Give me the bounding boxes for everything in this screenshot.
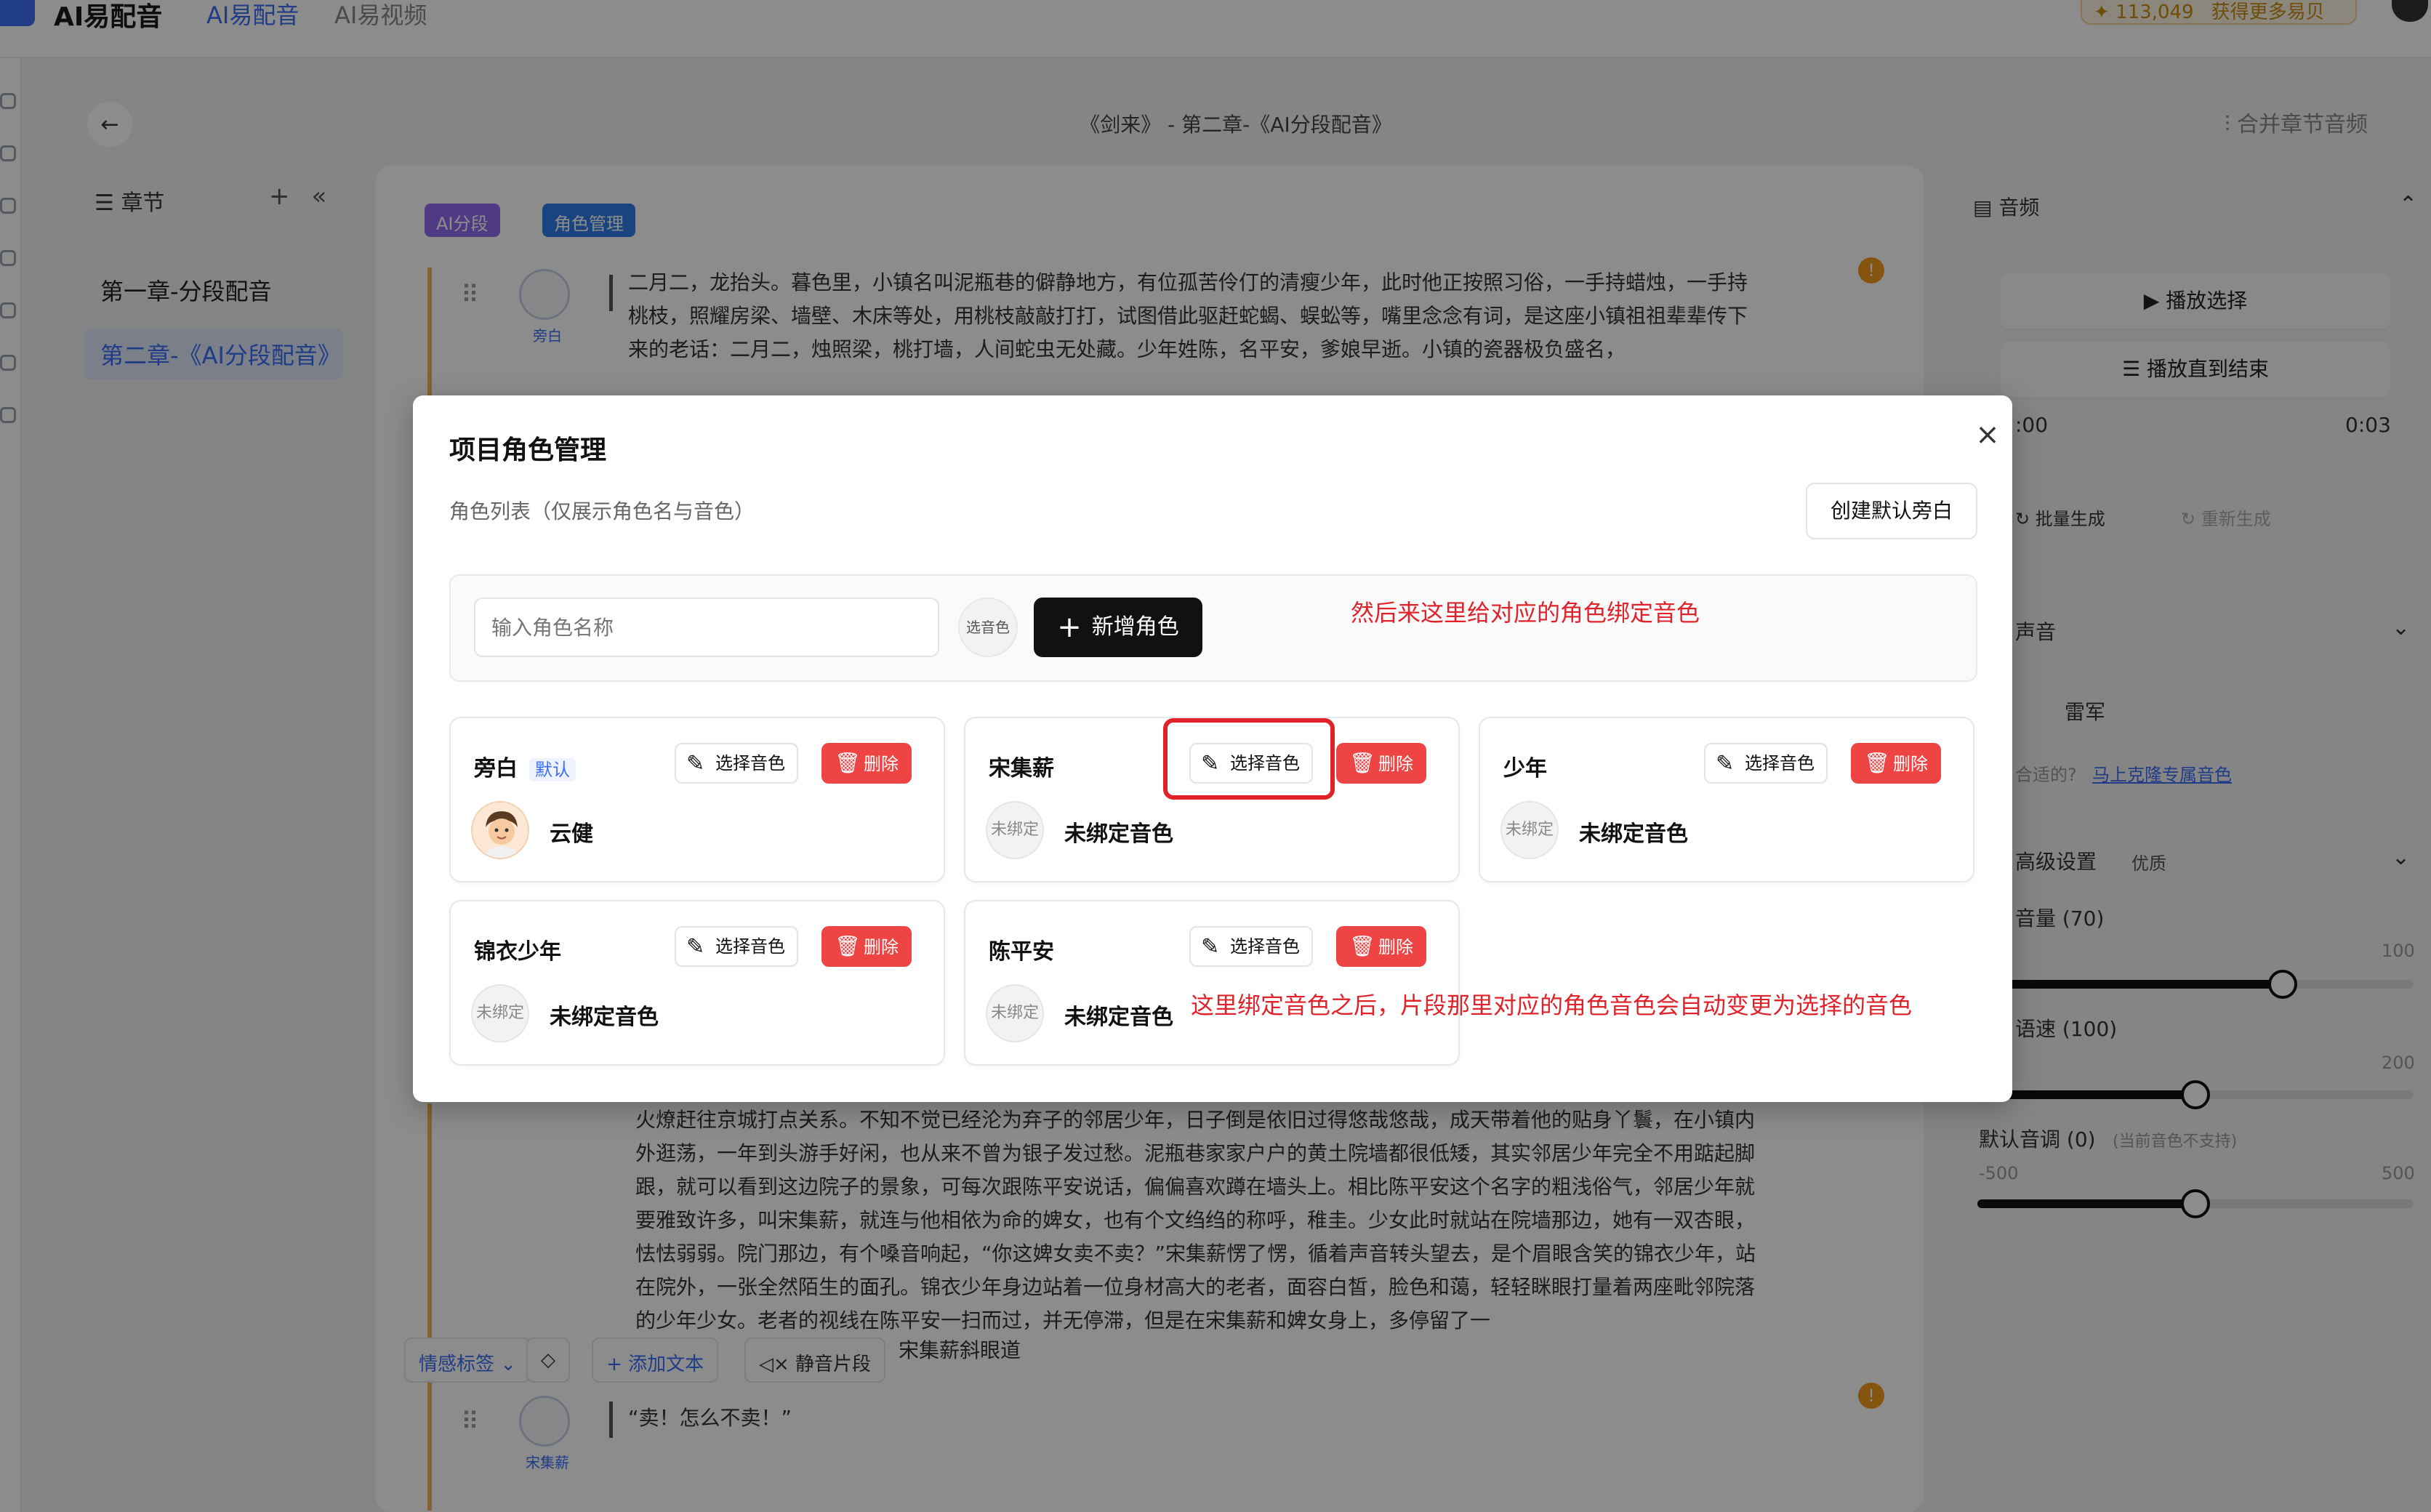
dialog-subtitle: 角色列表（仅展示角色名与音色） bbox=[449, 499, 755, 523]
role-card: 旁白 默认 ✎ 选择音色 🗑 删除 云健 bbox=[449, 717, 945, 882]
delete-role-button[interactable]: 🗑 删除 bbox=[821, 926, 912, 967]
annotation-top: 然后来这里给对应的角色绑定音色 bbox=[1351, 599, 1700, 627]
close-icon: × bbox=[1975, 418, 2000, 451]
trash-icon: 🗑 bbox=[1864, 751, 1890, 775]
face-avatar-icon bbox=[473, 803, 528, 858]
role-name: 宋集薪 bbox=[989, 756, 1054, 781]
voice-name: 未绑定音色 bbox=[1579, 821, 1688, 847]
delete-role-button[interactable]: 🗑 删除 bbox=[821, 743, 912, 784]
trash-icon: 🗑 bbox=[1349, 934, 1375, 958]
pick-voice-button[interactable]: ✎ 选择音色 bbox=[1189, 926, 1313, 967]
create-default-narrator-button[interactable]: 创建默认旁白 bbox=[1806, 483, 1977, 539]
voice-name: 未绑定音色 bbox=[1064, 821, 1173, 847]
pick-voice-label: 选择音色 bbox=[715, 753, 785, 773]
role-name: 少年 bbox=[1503, 756, 1547, 781]
add-role-panel: 选音色 + 新增角色 bbox=[449, 574, 1977, 682]
trash-icon: 🗑 bbox=[1349, 751, 1375, 775]
delete-role-button[interactable]: 🗑 删除 bbox=[1336, 926, 1426, 967]
voice-avatar bbox=[471, 801, 529, 859]
delete-role-button[interactable]: 🗑 删除 bbox=[1336, 743, 1426, 784]
delete-label: 删除 bbox=[1893, 754, 1928, 774]
pick-voice-button[interactable]: ✎ 选择音色 bbox=[675, 743, 798, 784]
role-name-input[interactable] bbox=[474, 598, 939, 657]
voice-name: 未绑定音色 bbox=[550, 1005, 659, 1030]
role-card: 陈平安 ✎ 选择音色 🗑 删除 未绑定 未绑定音色 bbox=[964, 900, 1460, 1066]
delete-label: 删除 bbox=[1378, 937, 1413, 957]
pencil-icon: ✎ bbox=[686, 751, 705, 776]
pick-voice-button[interactable]: ✎ 选择音色 bbox=[675, 926, 798, 967]
unbound-avatar: 未绑定 bbox=[986, 801, 1044, 859]
pick-voice-button[interactable]: ✎ 选择音色 bbox=[1704, 743, 1828, 784]
delete-label: 删除 bbox=[864, 754, 899, 774]
trash-icon: 🗑 bbox=[835, 751, 861, 775]
delete-role-button[interactable]: 🗑 删除 bbox=[1851, 743, 1941, 784]
delete-label: 删除 bbox=[864, 937, 899, 957]
role-card: 少年 ✎ 选择音色 🗑 删除 未绑定 未绑定音色 bbox=[1479, 717, 1974, 882]
plus-icon: + bbox=[1057, 611, 1082, 644]
role-management-dialog: 项目角色管理 × 角色列表（仅展示角色名与音色） 创建默认旁白 选音色 + 新增角… bbox=[413, 395, 2012, 1102]
pick-voice-label: 选择音色 bbox=[715, 936, 785, 957]
voice-name: 云健 bbox=[550, 821, 593, 847]
role-name-text: 旁白 bbox=[474, 756, 518, 781]
add-role-label: 新增角色 bbox=[1091, 614, 1179, 640]
pencil-icon: ✎ bbox=[1201, 934, 1220, 960]
unbound-avatar: 未绑定 bbox=[986, 984, 1044, 1042]
role-name: 锦衣少年 bbox=[474, 939, 561, 965]
trash-icon: 🗑 bbox=[835, 934, 861, 958]
pencil-icon: ✎ bbox=[686, 934, 705, 960]
delete-label: 删除 bbox=[1378, 754, 1413, 774]
unbound-avatar: 未绑定 bbox=[1500, 801, 1559, 859]
role-card: 锦衣少年 ✎ 选择音色 🗑 删除 未绑定 未绑定音色 bbox=[449, 900, 945, 1066]
default-badge: 默认 bbox=[529, 758, 576, 781]
pick-voice-small-button[interactable]: 选音色 bbox=[958, 598, 1018, 657]
pencil-icon: ✎ bbox=[1716, 751, 1735, 776]
dialog-title: 项目角色管理 bbox=[449, 435, 607, 465]
unbound-avatar: 未绑定 bbox=[471, 984, 529, 1042]
highlight-box bbox=[1163, 718, 1335, 800]
close-button[interactable]: × bbox=[1966, 413, 2009, 457]
add-role-button[interactable]: + 新增角色 bbox=[1034, 598, 1202, 657]
voice-name: 未绑定音色 bbox=[1064, 1005, 1173, 1030]
role-name: 旁白 默认 bbox=[474, 750, 576, 782]
role-name: 陈平安 bbox=[989, 939, 1054, 965]
pick-voice-label: 选择音色 bbox=[1230, 936, 1300, 957]
pick-voice-label: 选择音色 bbox=[1745, 753, 1815, 773]
annotation-bottom: 这里绑定音色之后，片段那里对应的角色音色会自动变更为选择的音色 bbox=[1191, 992, 1913, 1019]
